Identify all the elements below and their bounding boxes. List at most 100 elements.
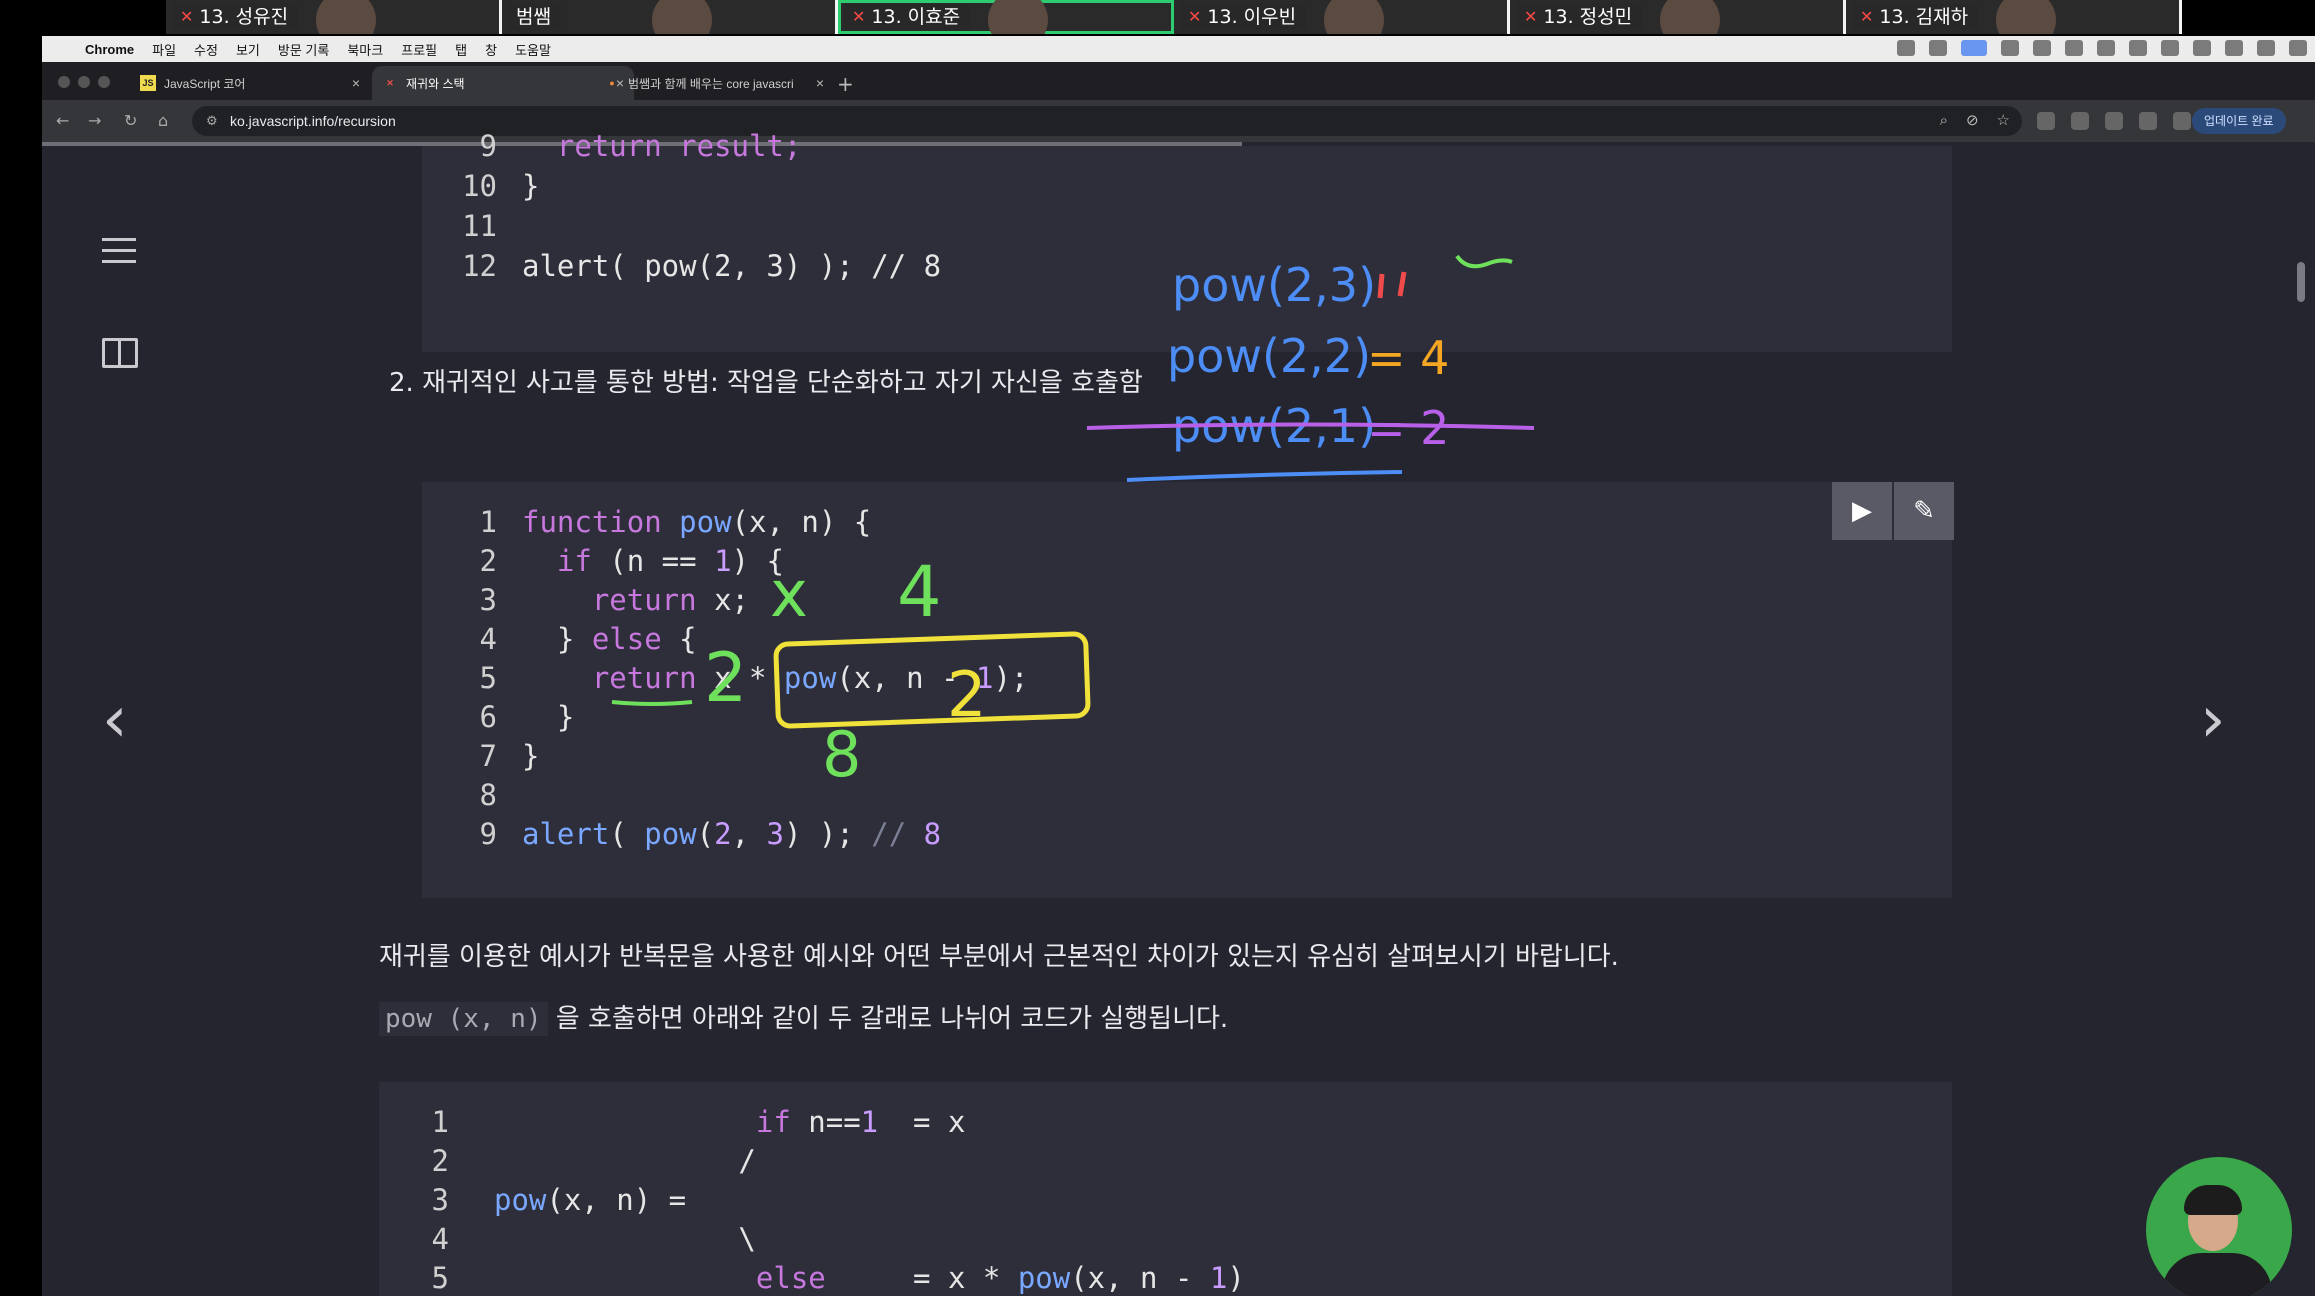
previous-page-arrow-icon[interactable]: ‹: [102, 688, 128, 752]
participant-tile-speaking[interactable]: ✕ 13. 이효준: [838, 0, 1174, 34]
minimize-window-icon[interactable]: [78, 76, 90, 88]
participant-name: 13. 이효준: [871, 6, 961, 28]
tab-javascript-core[interactable]: JS JavaScript 코어 ×: [130, 66, 370, 100]
close-window-icon[interactable]: [58, 76, 70, 88]
status-icon[interactable]: [2065, 40, 2083, 56]
participant-name-tag: ✕ 13. 성유진: [172, 4, 299, 30]
js-info-favicon-icon: ✕: [386, 77, 394, 88]
code-line: 6 }: [479, 700, 575, 734]
code-text: alert( pow(2, 3) ); // 8: [522, 249, 942, 283]
paragraph-branches: pow (x, n) 을 호출하면 아래와 같이 두 갈래로 나뉘어 코드가 실…: [379, 998, 1228, 1036]
participant-name: 13. 이우빈: [1207, 6, 1297, 28]
status-icon[interactable]: [1897, 40, 1915, 56]
map-icon[interactable]: [102, 338, 138, 368]
annotation-pow-2-1: pow(2,1): [1172, 399, 1376, 453]
web-page: ‹ › 9 return result; 10} 11 12 alert( pow…: [42, 129, 2315, 1296]
hamburger-menu-icon[interactable]: [102, 238, 136, 264]
siri-icon[interactable]: [2289, 40, 2307, 56]
window-controls: [58, 76, 110, 88]
browser-toolbar: ← → ↻ ⌂ ⚙ ko.javascript.info/recursion ⌕…: [42, 100, 2315, 142]
site-info-icon[interactable]: ⚙: [206, 106, 218, 136]
annotation-underline: [1126, 470, 1403, 482]
close-tab-icon[interactable]: ×: [352, 75, 360, 91]
screen-share-icon[interactable]: [1961, 40, 1987, 56]
code-line: 3 pow(x, n) =: [431, 1183, 687, 1217]
participant-video: [651, 0, 712, 34]
menu-profiles[interactable]: 프로필: [392, 40, 446, 59]
code-line: 1 if n==1 = x: [431, 1105, 966, 1139]
status-icon[interactable]: [2001, 40, 2019, 56]
menu-app-name[interactable]: Chrome: [76, 42, 143, 57]
menu-file[interactable]: 파일: [143, 40, 185, 59]
participant-tile[interactable]: 범쌤: [502, 0, 838, 34]
bookmark-star-icon[interactable]: ☆: [1997, 106, 2010, 136]
participant-tile[interactable]: ✕ 13. 성유진: [166, 0, 502, 34]
wifi-icon[interactable]: [2193, 40, 2211, 56]
participant-tile[interactable]: ✕ 13. 김재하: [1846, 0, 2182, 34]
participant-strip: ✕ 13. 성유진 범쌤 ✕ 13. 이효준 ✕ 13. 이우빈 ✕ 13. 정성민 ✕…: [166, 0, 2182, 34]
menu-view[interactable]: 보기: [227, 40, 269, 59]
menu-window[interactable]: 창: [476, 40, 506, 59]
participant-name-tag: ✕ 13. 김재하: [1852, 4, 1979, 30]
zoom-window-icon[interactable]: [98, 76, 110, 88]
status-icon[interactable]: [2097, 40, 2115, 56]
extension-icon[interactable]: [2105, 112, 2123, 130]
forward-icon[interactable]: →: [88, 111, 101, 130]
participant-tile[interactable]: ✕ 13. 이우빈: [1174, 0, 1510, 34]
fox-favicon-icon: ●: [609, 78, 615, 88]
participant-name: 13. 김재하: [1879, 6, 1969, 28]
code-line: 10}: [462, 169, 540, 203]
edit-code-button[interactable]: ✎: [1894, 482, 1954, 540]
run-code-button[interactable]: ▶: [1832, 482, 1892, 540]
next-page-arrow-icon[interactable]: ›: [2200, 688, 2226, 752]
input-source-icon[interactable]: [2129, 40, 2147, 56]
extension-icon[interactable]: [2071, 112, 2089, 130]
tab-title: 범쌤과 함께 배우는 core javascri: [628, 76, 794, 91]
tab-core-javascript[interactable]: ● 범쌤과 함께 배우는 core javascri ×: [594, 66, 834, 100]
status-icon[interactable]: [2033, 40, 2051, 56]
code-actions: ▶ ✎: [1832, 482, 1956, 540]
presenter-camera-bubble[interactable]: [2146, 1157, 2292, 1296]
battery-icon[interactable]: [2161, 40, 2179, 56]
mic-muted-icon: ✕: [1188, 7, 1202, 26]
menu-help[interactable]: 도움말: [506, 40, 560, 59]
mic-muted-icon: ✕: [1524, 7, 1538, 26]
reload-icon[interactable]: ↻: [124, 111, 137, 130]
code-line: 5 else = x * pow(x, n - 1): [431, 1261, 1245, 1295]
menu-edit[interactable]: 수정: [185, 40, 227, 59]
menu-bookmarks[interactable]: 북마크: [338, 40, 392, 59]
profile-avatar-icon[interactable]: [2173, 112, 2191, 130]
code-line: 2 /: [431, 1144, 756, 1178]
section-heading: 2. 재귀적인 사고를 통한 방법: 작업을 단순화하고 자기 자신을 호출함: [389, 368, 1143, 398]
menu-history[interactable]: 방문 기록: [269, 40, 338, 59]
participant-name-tag: 범쌤: [508, 4, 561, 30]
paragraph-difference: 재귀를 이용한 예시가 반복문을 사용한 예시와 어떤 부분에서 근본적인 차이…: [379, 942, 1619, 972]
page-scrollbar[interactable]: [2294, 146, 2308, 1296]
back-icon[interactable]: ←: [56, 111, 69, 130]
update-complete-button[interactable]: 업데이트 완료: [2192, 108, 2286, 134]
code-block-recursive: 1 function pow(x, n) { 2 if (n == 1) { 3 …: [422, 482, 1952, 898]
eye-off-icon[interactable]: ⊘: [1966, 106, 1979, 136]
js-favicon-icon: JS: [140, 75, 156, 91]
menu-tab[interactable]: 탭: [446, 40, 476, 59]
control-center-icon[interactable]: [2257, 40, 2275, 56]
code-line: 9 return result;: [479, 129, 802, 163]
code-line: 11: [462, 209, 497, 243]
home-icon[interactable]: ⌂: [158, 111, 168, 130]
zoom-icon[interactable]: ⌕: [1940, 106, 1948, 136]
code-line: 4 } else {: [479, 622, 697, 656]
participant-name: 범쌤: [516, 6, 551, 28]
code-line: 2 if (n == 1) {: [479, 544, 784, 578]
code-block-iterative: 9 return result; 10} 11 12 alert( pow(2, …: [422, 129, 1952, 352]
extension-icon[interactable]: [2139, 112, 2157, 130]
participant-name-tag: ✕ 13. 정성민: [1516, 4, 1643, 30]
search-icon[interactable]: [2225, 40, 2243, 56]
participant-tile[interactable]: ✕ 13. 정성민: [1510, 0, 1846, 34]
close-tab-icon[interactable]: ×: [816, 75, 824, 91]
extension-icon[interactable]: [2037, 112, 2055, 130]
participant-video: [315, 0, 376, 34]
status-icon[interactable]: [1929, 40, 1947, 56]
code-line: 9 alert( pow(2, 3) ); // 8: [479, 817, 942, 851]
scrollbar-thumb[interactable]: [2297, 262, 2305, 302]
new-tab-button[interactable]: +: [837, 72, 854, 96]
